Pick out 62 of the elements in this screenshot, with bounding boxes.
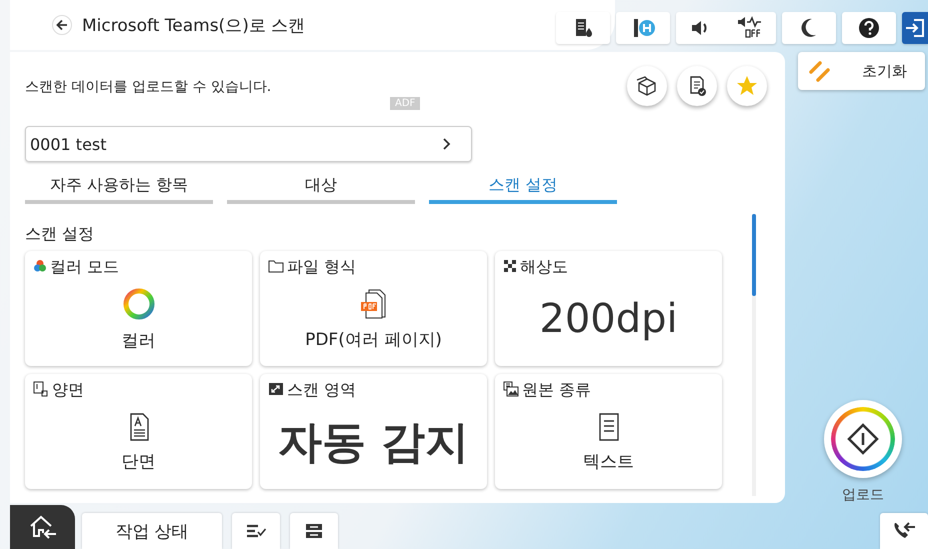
- setting-card[interactable]: 원본 종류 텍스트: [495, 374, 722, 489]
- section-title: 스캔 설정: [25, 224, 96, 245]
- info-message: 스캔한 데이터를 업로드할 수 있습니다.: [25, 78, 272, 96]
- upload-start-button[interactable]: [824, 400, 902, 478]
- sound-off-icon: [736, 16, 764, 40]
- setting-card[interactable]: 양면 단면: [25, 374, 252, 489]
- setting-value: PDF(여러 페이지): [305, 328, 442, 350]
- scrollbar[interactable]: [752, 214, 756, 496]
- job-list-icon: [244, 522, 268, 540]
- job-status-button[interactable]: 작업 상태: [82, 513, 222, 549]
- setting-value: 컬러: [122, 330, 156, 352]
- setting-label: 원본 종류: [522, 380, 592, 401]
- tab[interactable]: 자주 사용하는 항목: [25, 170, 213, 204]
- setting-card[interactable]: 스캔 영역 자동 감지: [260, 374, 487, 489]
- job-list-button[interactable]: [232, 513, 280, 549]
- folder-icon: [268, 259, 284, 273]
- setting-label: 스캔 영역: [287, 380, 356, 401]
- setting-value: 200dpi: [539, 296, 678, 342]
- document-check-button[interactable]: [677, 66, 717, 106]
- reset-slashes-icon: [808, 59, 832, 83]
- network-button[interactable]: [616, 12, 670, 44]
- star-icon: [735, 74, 759, 98]
- sleep-button[interactable]: [782, 12, 836, 44]
- help-button[interactable]: [842, 12, 896, 44]
- scan-area-icon: [268, 382, 284, 396]
- setting-card[interactable]: 해상도 200dpi: [495, 251, 722, 366]
- setting-value: 단면: [122, 450, 156, 472]
- ink-status-button[interactable]: [556, 12, 610, 44]
- duplex-page-icon: [33, 380, 49, 396]
- setting-value: 텍스트: [583, 450, 634, 472]
- screen-title: Microsoft Teams(으)로 스캔: [82, 14, 306, 36]
- resolution-icon: [503, 259, 517, 273]
- tab[interactable]: 스캔 설정: [429, 170, 617, 204]
- scrollbar-thumb[interactable]: [752, 214, 756, 296]
- home-icon: [28, 514, 58, 540]
- paper-tray-button[interactable]: [290, 513, 338, 549]
- upload-label: 업로드: [842, 486, 884, 504]
- fax-call-button[interactable]: [880, 513, 928, 549]
- setting-label: 파일 형식: [287, 257, 356, 278]
- setting-label: 컬러 모드: [50, 257, 120, 278]
- sound-button[interactable]: [676, 12, 776, 44]
- text-document-icon: [596, 412, 620, 442]
- document-image-icon: [503, 380, 519, 396]
- tab[interactable]: 대상: [227, 170, 415, 204]
- paper-tray-icon: [304, 522, 324, 540]
- color-ring-icon: [122, 286, 156, 320]
- login-icon: [904, 17, 926, 39]
- pdf-document-icon: [358, 288, 388, 320]
- setting-label: 해상도: [520, 257, 568, 278]
- setting-label: 양면: [52, 380, 84, 401]
- start-diamond-icon: [846, 422, 880, 456]
- destination-field[interactable]: 0001 test: [25, 126, 472, 162]
- home-button[interactable]: [10, 505, 75, 549]
- chevron-right-icon: [441, 137, 453, 151]
- setting-card[interactable]: 파일 형식 PDF(여러 페이지): [260, 251, 487, 366]
- setting-value: 자동 감지: [278, 416, 470, 470]
- color-drops-icon: [33, 259, 47, 273]
- login-button[interactable]: [902, 12, 928, 44]
- setting-card[interactable]: 컬러 모드 컬러: [25, 251, 252, 366]
- preset-box-button[interactable]: [627, 66, 667, 106]
- help-icon: [858, 17, 880, 39]
- reset-button[interactable]: 초기화: [798, 52, 925, 90]
